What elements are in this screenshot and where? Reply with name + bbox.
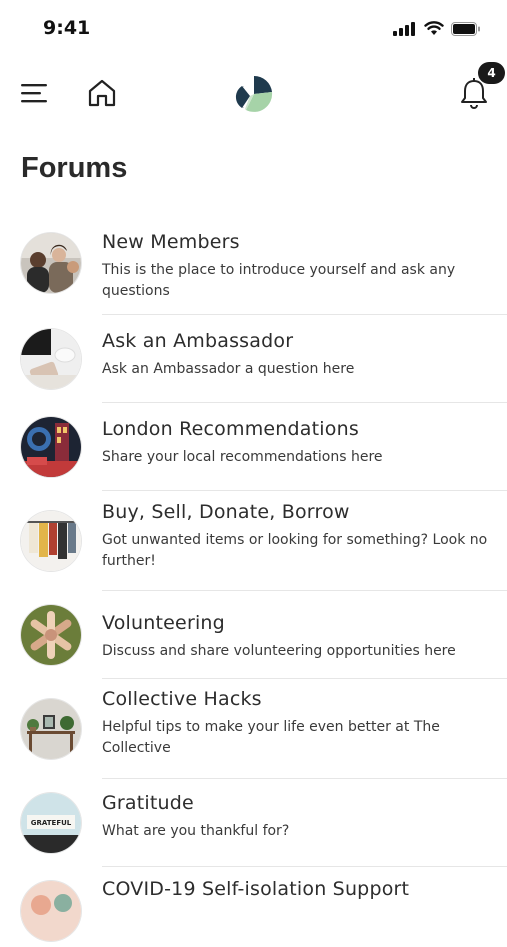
hamburger-menu-icon[interactable] xyxy=(21,82,47,104)
home-icon[interactable] xyxy=(87,78,117,108)
forum-text: Buy, Sell, Donate, Borrow Got unwanted i… xyxy=(102,500,493,572)
forum-title: Collective Hacks xyxy=(102,688,262,710)
page-title: Forums xyxy=(21,152,128,184)
support-photo-icon xyxy=(21,881,81,941)
status-bar: 9:41 xyxy=(0,0,507,58)
forum-item-gratitude[interactable]: GRATEFUL Gratitude What are you thankful… xyxy=(0,779,507,867)
forum-item-london-recommendations[interactable]: London Recommendations Share your local … xyxy=(0,403,507,491)
forum-text: London Recommendations Share your local … xyxy=(102,417,493,468)
wifi-icon xyxy=(424,21,444,35)
notification-count-badge: 4 xyxy=(478,62,505,84)
forum-description: Helpful tips to make your life even bett… xyxy=(102,719,440,756)
city-night-photo-icon xyxy=(21,417,81,477)
forum-title: Ask an Ambassador xyxy=(102,330,294,352)
top-nav xyxy=(0,58,507,132)
forum-text: Ask an Ambassador Ask an Ambassador a qu… xyxy=(102,329,493,380)
forum-item-ask-an-ambassador[interactable]: Ask an Ambassador Ask an Ambassador a qu… xyxy=(0,315,507,403)
status-time: 9:41 xyxy=(43,17,91,39)
forum-item-buy-sell-donate-borrow[interactable]: Buy, Sell, Donate, Borrow Got unwanted i… xyxy=(0,491,507,591)
forum-title: London Recommendations xyxy=(102,418,359,440)
forum-title: Gratitude xyxy=(102,792,194,814)
shelf-plants-photo-icon xyxy=(21,699,81,759)
forum-avatar-buy-sell-donate-borrow xyxy=(21,511,81,571)
forum-description: This is the place to introduce yourself … xyxy=(102,262,456,299)
battery-icon xyxy=(451,21,480,36)
hands-together-photo-icon xyxy=(21,605,81,665)
forum-item-new-members[interactable]: New Members This is the place to introdu… xyxy=(0,220,507,315)
grateful-sign-text: GRATEFUL xyxy=(31,819,72,827)
status-icons xyxy=(393,21,481,36)
forum-title: New Members xyxy=(102,231,240,253)
grateful-sign-photo-icon: GRATEFUL xyxy=(21,793,81,853)
forum-title: Volunteering xyxy=(102,612,225,634)
forum-item-covid-19-self-isolation-support[interactable]: COVID-19 Self-isolation Support xyxy=(0,867,507,947)
forum-avatar-gratitude: GRATEFUL xyxy=(21,793,81,853)
clothes-rack-photo-icon xyxy=(21,511,81,571)
forum-avatar-ask-an-ambassador xyxy=(21,329,81,389)
forum-avatar-new-members xyxy=(21,233,81,293)
forum-text: COVID-19 Self-isolation Support xyxy=(102,877,493,901)
forum-text: Gratitude What are you thankful for? xyxy=(102,791,493,842)
forum-description: What are you thankful for? xyxy=(102,823,290,839)
forum-title: Buy, Sell, Donate, Borrow xyxy=(102,501,350,523)
forum-item-collective-hacks[interactable]: Collective Hacks Helpful tips to make yo… xyxy=(0,679,507,779)
forum-description: Got unwanted items or looking for someth… xyxy=(102,532,488,569)
laptop-photo-icon xyxy=(21,329,81,389)
forum-description: Ask an Ambassador a question here xyxy=(102,361,355,377)
forum-list: New Members This is the place to introdu… xyxy=(0,220,507,947)
forum-title: COVID-19 Self-isolation Support xyxy=(102,878,410,900)
forum-text: Collective Hacks Helpful tips to make yo… xyxy=(102,687,493,759)
forum-text: New Members This is the place to introdu… xyxy=(102,230,493,302)
forum-text: Volunteering Discuss and share volunteer… xyxy=(102,611,493,662)
forum-avatar-london-recommendations xyxy=(21,417,81,477)
forum-item-volunteering[interactable]: Volunteering Discuss and share volunteer… xyxy=(0,591,507,679)
forum-description: Discuss and share volunteering opportuni… xyxy=(102,643,456,659)
forum-description: Share your local recommendations here xyxy=(102,449,383,465)
forum-avatar-volunteering xyxy=(21,605,81,665)
people-photo-icon xyxy=(21,233,81,293)
app-logo xyxy=(235,75,273,112)
forum-avatar-covid-19-self-isolation-support xyxy=(21,881,81,941)
cellular-signal-icon xyxy=(393,21,415,36)
forum-avatar-collective-hacks xyxy=(21,699,81,759)
